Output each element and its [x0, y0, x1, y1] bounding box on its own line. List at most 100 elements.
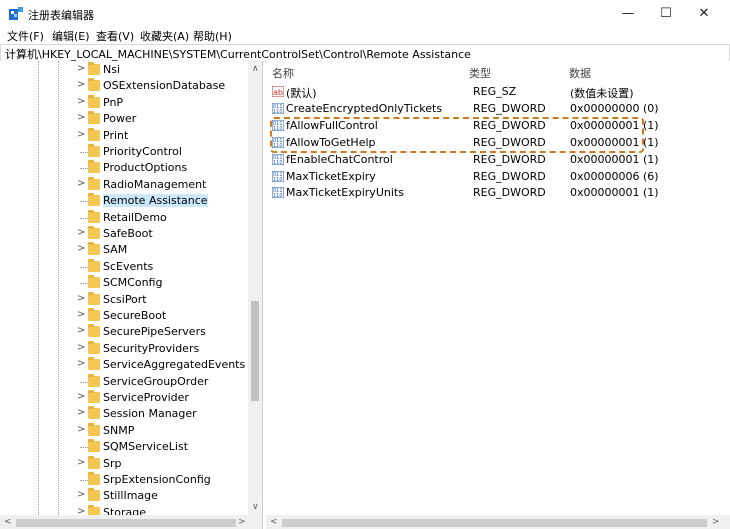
expand-chevron-icon[interactable]: >	[77, 96, 85, 107]
tree-item[interactable]: PriorityControl	[0, 144, 248, 160]
tree-item[interactable]: > Print	[0, 127, 248, 144]
folder-icon	[88, 160, 100, 174]
expand-chevron-icon[interactable]: >	[77, 407, 85, 418]
tree-item[interactable]: ScEvents	[0, 258, 248, 275]
tree-item[interactable]: > Nsi	[0, 62, 248, 78]
expand-chevron-icon[interactable]: >	[77, 309, 85, 320]
tree-item[interactable]: > Power	[0, 111, 248, 127]
expand-chevron-icon[interactable]: >	[77, 424, 85, 435]
expand-chevron-icon[interactable]: >	[77, 227, 85, 238]
menu-file[interactable]: 文件(F)	[7, 28, 44, 44]
expand-chevron-icon[interactable]: >	[77, 358, 85, 369]
tree-item[interactable]: > ServiceProvider	[0, 390, 248, 406]
tree-hscroll-thumb[interactable]	[16, 519, 236, 527]
tree-item[interactable]: SQMServiceList	[0, 439, 248, 455]
tree-item-label: Remote Assistance	[103, 194, 208, 208]
expand-chevron-icon[interactable]: >	[77, 178, 85, 189]
tree-item-label: SAM	[103, 243, 128, 257]
window-title: 注册表编辑器	[28, 9, 94, 22]
tree-item[interactable]: > SecurityProviders	[0, 340, 248, 357]
tree-item[interactable]: > Session Manager	[0, 406, 248, 422]
scroll-right-arrow-icon[interactable]: >	[238, 517, 246, 527]
tree-item[interactable]: ProductOptions	[0, 160, 248, 176]
tree-item[interactable]: > RadioManagement	[0, 176, 248, 193]
column-header-name[interactable]: 名称	[272, 65, 294, 81]
binary-value-icon: 011110	[272, 187, 284, 199]
tree-item[interactable]: > SNMP	[0, 422, 248, 439]
value-row[interactable]: ab (默认) REG_SZ (数值未设置)	[270, 83, 730, 100]
value-row[interactable]: 011 110 fEnableChatControl REG_DWORD 0x00000…	[270, 151, 730, 168]
tree-connector	[80, 480, 88, 481]
binary-value-icon: 011110	[272, 153, 284, 165]
menu-help[interactable]: 帮助(H)	[193, 28, 232, 44]
tree-item[interactable]: RetailDemo	[0, 209, 248, 226]
tree-item-label: SecurityProviders	[103, 341, 200, 355]
expand-chevron-icon[interactable]: >	[77, 342, 85, 353]
folder-icon	[88, 275, 100, 289]
expand-chevron-icon[interactable]: >	[77, 63, 85, 74]
folder-icon	[88, 258, 100, 272]
svg-text:110: 110	[273, 160, 283, 165]
folder-icon	[88, 357, 100, 371]
address-bar[interactable]: 计算机\HKEY_LOCAL_MACHINE\SYSTEM\CurrentCon…	[0, 44, 730, 62]
expand-chevron-icon[interactable]: >	[77, 129, 85, 140]
value-data: (数值未设置)	[570, 87, 634, 100]
tree-item[interactable]: > SAM	[0, 242, 248, 258]
tree-item[interactable]: > PnP	[0, 94, 248, 111]
tree-item[interactable]: SCMConfig	[0, 275, 248, 291]
list-hscroll-thumb[interactable]	[282, 519, 707, 527]
folder-icon	[88, 291, 100, 305]
menu-view[interactable]: 查看(V)	[96, 28, 134, 44]
expand-chevron-icon[interactable]: >	[77, 489, 85, 500]
menu-edit[interactable]: 编辑(E)	[52, 28, 90, 44]
svg-text:ab: ab	[273, 88, 283, 97]
scroll-right-arrow-icon[interactable]: >	[712, 517, 720, 527]
scroll-left-arrow-icon[interactable]: <	[4, 517, 12, 527]
title-bar[interactable]: 注册表编辑器 — ☐ ✕	[0, 0, 730, 26]
tree-item-label: Nsi	[103, 63, 121, 76]
tree-item[interactable]: > ScsiPort	[0, 291, 248, 308]
tree-item[interactable]: > OSExtensionDatabase	[0, 78, 248, 94]
close-button[interactable]: ✕	[684, 3, 724, 25]
column-header-type[interactable]: 类型	[469, 65, 491, 81]
tree-item-label: SNMP	[103, 423, 135, 437]
expand-chevron-icon[interactable]: >	[77, 457, 85, 468]
tree-item[interactable]: > SafeBoot	[0, 226, 248, 242]
tree-scroll-thumb[interactable]	[251, 301, 259, 401]
value-row[interactable]: 011 110 MaxTicketExpiry REG_DWORD 0x00000006…	[270, 168, 730, 185]
value-name: MaxTicketExpiryUnits	[286, 186, 404, 200]
value-data: 0x00000000 (0)	[570, 101, 659, 115]
tree-item-label: SecureBoot	[103, 309, 167, 322]
tree-vertical-scrollbar[interactable]	[248, 61, 262, 515]
tree-item[interactable]: SrpExtensionConfig	[0, 472, 248, 488]
expand-chevron-icon[interactable]: >	[77, 325, 85, 336]
value-type: REG_DWORD	[473, 101, 546, 115]
value-row[interactable]: 011 110 CreateEncryptedOnlyTickets REG_DWOR…	[270, 100, 730, 117]
value-name: CreateEncryptedOnlyTickets	[286, 101, 443, 115]
column-header-data[interactable]: 数据	[569, 65, 591, 81]
value-row[interactable]: 011 110 MaxTicketExpiryUnits REG_DWORD 0x000…	[270, 184, 730, 201]
expand-chevron-icon[interactable]: >	[77, 391, 85, 402]
maximize-button[interactable]: ☐	[646, 3, 686, 25]
tree-item[interactable]: > StillImage	[0, 488, 248, 504]
expand-chevron-icon[interactable]: >	[77, 112, 85, 123]
tree-item[interactable]: > SecurePipeServers	[0, 324, 248, 340]
scroll-left-arrow-icon[interactable]: <	[270, 517, 278, 527]
menu-bar: 文件(F) 编辑(E) 查看(V) 收藏夹(A) 帮助(H)	[0, 26, 730, 43]
tree-connector	[80, 381, 88, 383]
expand-chevron-icon[interactable]: >	[77, 243, 85, 254]
expand-chevron-icon[interactable]: >	[77, 293, 85, 304]
tree-item-label: SQMServiceList	[103, 440, 189, 454]
scroll-down-arrow-icon[interactable]: ∨	[252, 502, 259, 512]
menu-favorites[interactable]: 收藏夹(A)	[140, 28, 189, 44]
scroll-up-arrow-icon[interactable]: ∧	[252, 64, 259, 74]
tree-item[interactable]: ServiceGroupOrder	[0, 373, 248, 390]
tree-item[interactable]: > Srp	[0, 455, 248, 472]
key-tree-pane[interactable]: > Nsi > OSExtensionDatabase > PnP > Power > Print…	[0, 61, 263, 529]
minimize-button[interactable]: —	[608, 3, 648, 25]
tree-item[interactable]: Remote Assistance	[0, 193, 248, 209]
expand-chevron-icon[interactable]: >	[77, 79, 85, 90]
folder-icon	[88, 390, 100, 403]
tree-item[interactable]: > ServiceAggregatedEvents	[0, 357, 248, 373]
tree-item[interactable]: > SecureBoot	[0, 308, 248, 324]
